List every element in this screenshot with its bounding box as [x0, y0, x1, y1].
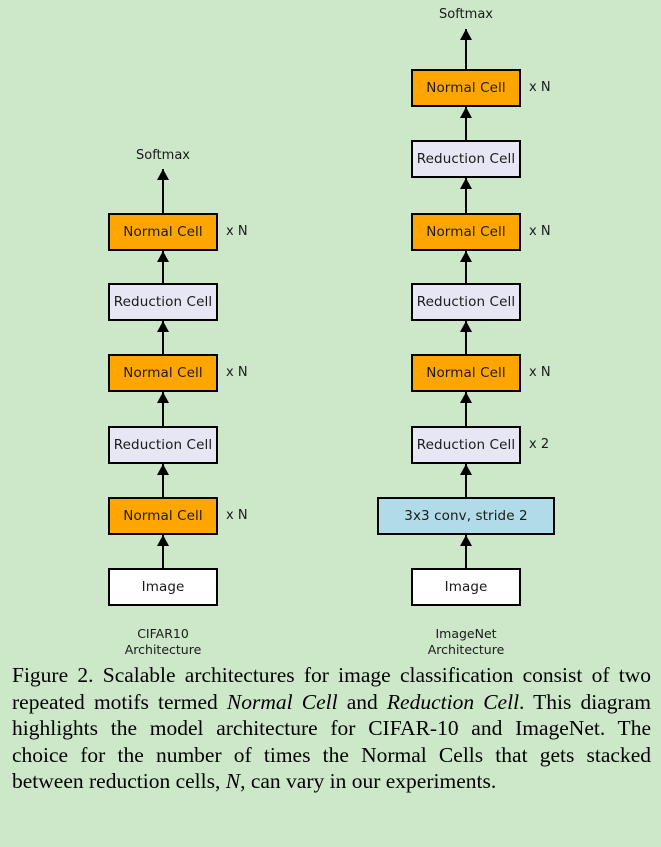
node-reduction-cell-cifar10-2[interactable]: Reduction Cell [108, 283, 218, 321]
architecture-label-line2: Architecture [124, 641, 202, 657]
node-label: Normal Cell [426, 224, 506, 240]
multiplier-label-cifar10-3: x N [226, 224, 248, 239]
multiplier-label-imagenet-1: x N [529, 365, 551, 380]
node-label: Reduction Cell [113, 437, 213, 453]
caption-emphasis-reduction-cell: Reduction Cell [386, 689, 520, 714]
caption-segment-4: , can vary in our experiments. [240, 769, 497, 794]
softmax-label-imagenet: Softmax [439, 7, 493, 22]
architecture-label-line1: ImageNet [435, 626, 497, 641]
multiplier-label-cifar10-1: x N [226, 508, 248, 523]
node-label: Reduction Cell [416, 294, 516, 310]
architecture-column-cifar10: Softmax Normal Cell x N Reduction Cell N… [13, 0, 313, 657]
node-reduction-cell-cifar10-1[interactable]: Reduction Cell [108, 426, 218, 464]
node-normal-cell-imagenet-2[interactable]: Normal Cell [411, 213, 521, 251]
node-normal-cell-imagenet-1[interactable]: Normal Cell [411, 354, 521, 392]
node-normal-cell-cifar10-1[interactable]: Normal Cell [108, 497, 218, 535]
caption-segment-2: and [337, 689, 387, 714]
multiplier-label-imagenet-3: x N [529, 80, 551, 95]
caption-emphasis-n: N [225, 769, 241, 794]
node-reduction-cell-imagenet-1[interactable]: Reduction Cell [411, 426, 521, 464]
node-reduction-cell-imagenet-2[interactable]: Reduction Cell [411, 283, 521, 321]
node-normal-cell-cifar10-3[interactable]: Normal Cell [108, 213, 218, 251]
figure-caption: Figure 2. Scalable architectures for ima… [12, 662, 651, 795]
node-label: Normal Cell [123, 224, 203, 240]
softmax-label-cifar10: Softmax [136, 148, 190, 163]
node-label: Reduction Cell [416, 151, 516, 167]
architecture-label-imagenet: ImageNet Architecture [428, 626, 505, 657]
multiplier-label-imagenet-reduction: x 2 [529, 437, 550, 452]
architecture-column-imagenet: Softmax Normal Cell x N Reduction Cell N… [316, 0, 616, 657]
node-label: Normal Cell [123, 365, 203, 381]
node-image-imagenet[interactable]: Image [411, 568, 521, 606]
node-label: 3x3 conv, stride 2 [404, 508, 528, 524]
node-conv-3x3-stride2-imagenet[interactable]: 3x3 conv, stride 2 [377, 497, 555, 535]
architecture-label-line1: CIFAR10 [137, 626, 189, 641]
node-label: Normal Cell [123, 508, 203, 524]
architecture-label-cifar10: CIFAR10 Architecture [125, 626, 202, 657]
node-reduction-cell-imagenet-3[interactable]: Reduction Cell [411, 140, 521, 178]
node-label: Normal Cell [426, 365, 506, 381]
node-label: Normal Cell [426, 80, 506, 96]
node-normal-cell-imagenet-3[interactable]: Normal Cell [411, 69, 521, 107]
node-image-cifar10[interactable]: Image [108, 568, 218, 606]
multiplier-label-imagenet-2: x N [529, 224, 551, 239]
multiplier-label-cifar10-2: x N [226, 365, 248, 380]
node-label: Image [141, 579, 185, 595]
node-label: Image [444, 579, 488, 595]
architecture-label-line2: Architecture [427, 641, 505, 657]
node-label: Reduction Cell [416, 437, 516, 453]
figure-diagram: Softmax Normal Cell x N Reduction Cell N… [0, 0, 661, 657]
caption-emphasis-normal-cell: Normal Cell [226, 689, 338, 714]
node-label: Reduction Cell [113, 294, 213, 310]
node-normal-cell-cifar10-2[interactable]: Normal Cell [108, 354, 218, 392]
